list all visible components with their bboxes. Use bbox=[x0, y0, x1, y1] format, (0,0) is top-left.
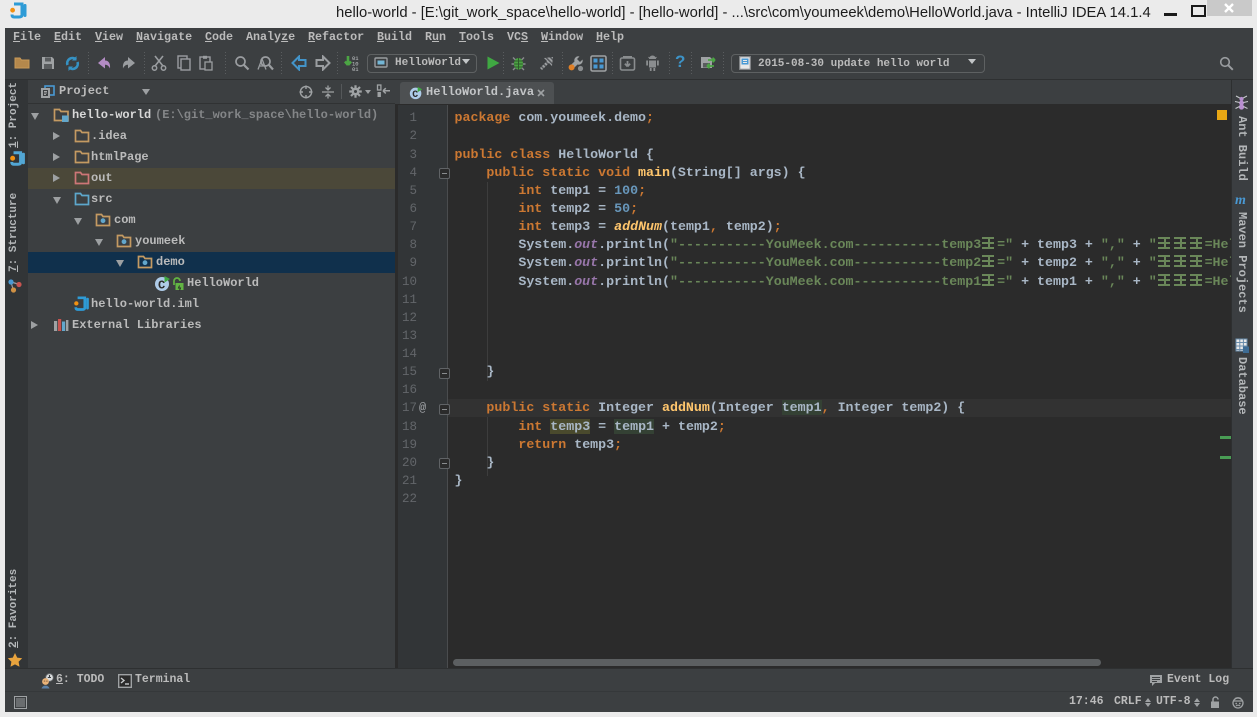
svg-text:m: m bbox=[1235, 193, 1246, 206]
svg-text:C: C bbox=[158, 279, 165, 293]
svg-text:C: C bbox=[412, 89, 418, 100]
svg-text:01: 01 bbox=[352, 66, 359, 72]
